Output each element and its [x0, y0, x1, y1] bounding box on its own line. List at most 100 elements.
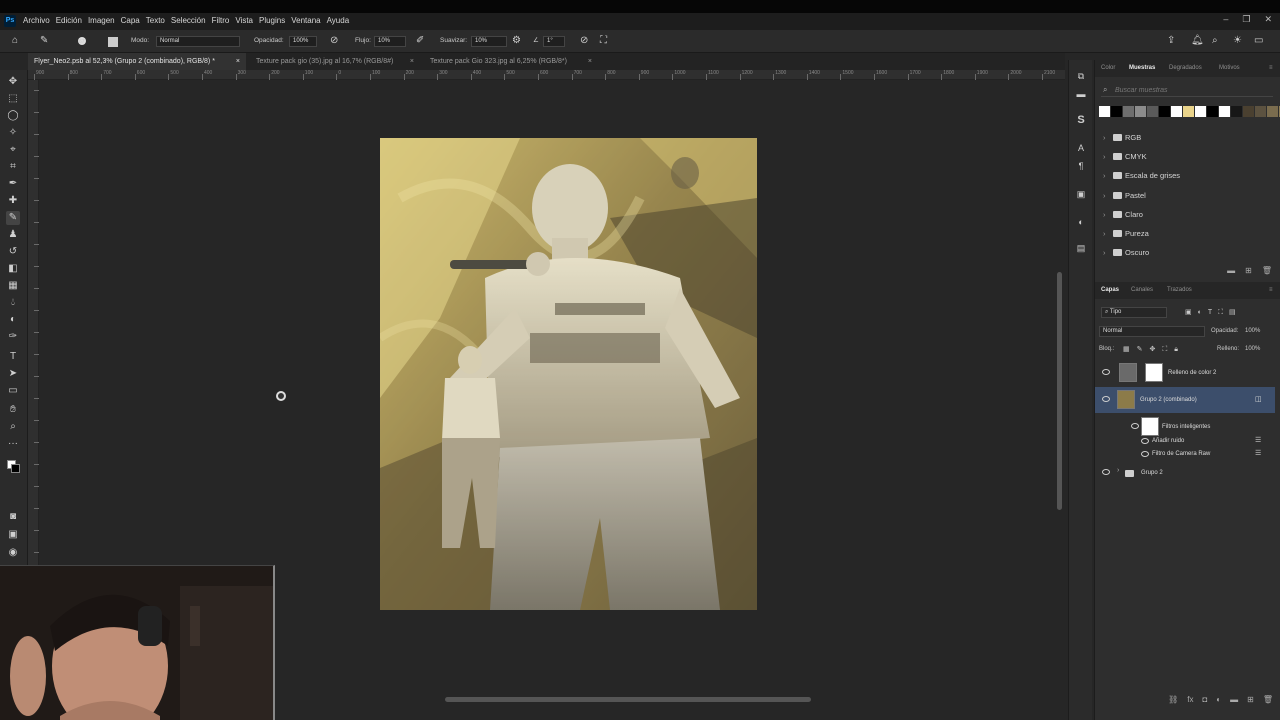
- flyer-artwork[interactable]: [380, 138, 757, 610]
- layer-filter-icons[interactable]: ▣◐T⛶▤: [1185, 308, 1242, 317]
- screen-mode-icon[interactable]: ▣: [6, 528, 20, 542]
- lasso-tool-icon[interactable]: ◯: [6, 109, 20, 123]
- menu-ayuda[interactable]: Ayuda: [324, 15, 353, 27]
- menu-imagen[interactable]: Imagen: [85, 15, 118, 27]
- angle-icon[interactable]: ∠: [533, 30, 539, 52]
- pressure-opacity-icon[interactable]: ⊘: [330, 30, 338, 52]
- swatch-8[interactable]: [1195, 106, 1206, 117]
- menu-seleccion[interactable]: Selección: [168, 15, 209, 27]
- lock-icons[interactable]: ▦✎✥⛶🔒︎: [1123, 345, 1185, 354]
- expand-chevron-icon[interactable]: ›: [1117, 467, 1119, 474]
- delete-layer-icon[interactable]: 🗑︎: [1263, 690, 1273, 710]
- horizontal-scroll-thumb[interactable]: [445, 697, 811, 702]
- swatch-3[interactable]: [1135, 106, 1146, 117]
- layer-grupo-2[interactable]: › Grupo 2: [1095, 462, 1275, 484]
- camera-icon[interactable]: ◉: [6, 546, 20, 560]
- visibility-eye-icon[interactable]: [1102, 369, 1110, 375]
- libraries-panel-icon[interactable]: ▣: [1075, 188, 1087, 200]
- eyedropper-tool-icon[interactable]: ✒: [6, 177, 20, 191]
- rectangle-tool-icon[interactable]: ▭: [6, 384, 20, 398]
- menu-vista[interactable]: Vista: [232, 15, 256, 27]
- filter-options-icon[interactable]: ☰: [1255, 449, 1261, 457]
- properties-panel-icon[interactable]: ▤: [1075, 242, 1087, 254]
- marquee-tool-icon[interactable]: ⬚: [6, 92, 20, 106]
- discover-bulb-icon[interactable]: ☀: [1233, 30, 1242, 52]
- brush-tool-preset-icon[interactable]: ✎: [40, 30, 48, 52]
- swatch-13[interactable]: [1255, 106, 1266, 117]
- quick-mask-icon[interactable]: ◙: [6, 510, 20, 524]
- mode-select[interactable]: Normal: [156, 36, 240, 47]
- home-icon[interactable]: ⌂: [12, 30, 18, 52]
- delete-swatch-icon[interactable]: 🗑︎: [1262, 266, 1272, 275]
- brush-settings-icon[interactable]: [108, 37, 118, 47]
- path-selection-tool-icon[interactable]: ➤: [6, 367, 20, 381]
- folder-rgb[interactable]: RGB: [1101, 128, 1273, 147]
- zoom-tool-icon[interactable]: ⌕: [6, 420, 20, 434]
- visibility-eye-icon[interactable]: [1141, 438, 1149, 444]
- tab-capas[interactable]: Capas: [1101, 282, 1119, 299]
- vertical-scrollbar[interactable]: [1055, 80, 1065, 695]
- workspace-icon[interactable]: ▭: [1254, 30, 1263, 52]
- tab-trazados[interactable]: Trazados: [1167, 282, 1192, 299]
- tab-motivos[interactable]: Motivos: [1219, 60, 1240, 77]
- fill-value[interactable]: 100%: [1245, 346, 1260, 352]
- flow-field[interactable]: 10%: [374, 36, 406, 47]
- swatch-11[interactable]: [1231, 106, 1242, 117]
- smoothing-options-gear-icon[interactable]: ⚙: [512, 30, 521, 52]
- pen-tool-icon[interactable]: ✑: [6, 330, 20, 344]
- swatch-4[interactable]: [1147, 106, 1158, 117]
- filter-camera-raw[interactable]: Filtro de Camera Raw ☰: [1095, 448, 1275, 461]
- new-group-icon[interactable]: ▬: [1230, 690, 1238, 710]
- swatch-14[interactable]: [1267, 106, 1278, 117]
- airbrush-icon[interactable]: ✐: [416, 30, 424, 52]
- add-mask-icon[interactable]: ◘: [1202, 690, 1207, 710]
- tab-degradados[interactable]: Degradados: [1169, 60, 1202, 77]
- tab-muestras[interactable]: Muestras: [1129, 60, 1155, 77]
- angle-field[interactable]: 1°: [543, 36, 565, 47]
- tab-close-icon[interactable]: ×: [236, 53, 240, 70]
- layer-grupo-2-combinado[interactable]: Grupo 2 (combinado) ◫: [1095, 387, 1275, 413]
- swatch-2[interactable]: [1123, 106, 1134, 117]
- type-tool-icon[interactable]: T: [6, 350, 20, 364]
- share-icon[interactable]: ⇪: [1167, 30, 1175, 52]
- history-brush-tool-icon[interactable]: ↺: [6, 245, 20, 259]
- close-icon[interactable]: ✕: [1264, 14, 1272, 25]
- clone-stamp-tool-icon[interactable]: ♟: [6, 228, 20, 242]
- color-swatches-icon[interactable]: [6, 458, 22, 473]
- symmetry-icon[interactable]: ⛶: [600, 30, 607, 52]
- eraser-tool-icon[interactable]: ◧: [6, 262, 20, 276]
- tab-color[interactable]: Color: [1101, 60, 1115, 77]
- swatch-6[interactable]: [1171, 106, 1182, 117]
- character-panel-icon[interactable]: A: [1075, 142, 1087, 154]
- swatch-10[interactable]: [1219, 106, 1230, 117]
- folder-escala-de-grises[interactable]: Escala de grises: [1101, 166, 1273, 185]
- more-tools-icon[interactable]: ···: [6, 437, 20, 451]
- swatch-9[interactable]: [1207, 106, 1218, 117]
- dodge-tool-icon[interactable]: ◐: [6, 313, 20, 327]
- vertical-scroll-thumb[interactable]: [1057, 272, 1062, 510]
- notifications-bell-icon[interactable]: 🔔︎: [1191, 30, 1204, 52]
- tab-texture-pack-323[interactable]: Texture pack Gio 323.jpg al 6,25% (RGB/8…: [424, 53, 594, 70]
- adjustment-layer-icon[interactable]: ◐: [1216, 690, 1221, 710]
- visibility-eye-icon[interactable]: [1102, 396, 1110, 402]
- panel-menu-icon[interactable]: ≡: [1269, 282, 1273, 299]
- layer-opacity-value[interactable]: 100%: [1245, 328, 1260, 334]
- menu-capa[interactable]: Capa: [118, 15, 143, 27]
- menu-archivo[interactable]: Archivo: [20, 15, 53, 27]
- menu-edicion[interactable]: Edición: [53, 15, 85, 27]
- filter-options-icon[interactable]: ☰: [1255, 436, 1261, 444]
- tab-canales[interactable]: Canales: [1131, 282, 1153, 299]
- folder-oscuro[interactable]: Oscuro: [1101, 243, 1273, 262]
- menu-filtro[interactable]: Filtro: [209, 15, 233, 27]
- swatch-0[interactable]: [1099, 106, 1110, 117]
- folder-pureza[interactable]: Pureza: [1101, 224, 1273, 243]
- folder-pastel[interactable]: Pastel: [1101, 186, 1273, 205]
- menu-ventana[interactable]: Ventana: [288, 15, 323, 27]
- new-group-icon[interactable]: ▬: [1227, 266, 1235, 275]
- swatch-7[interactable]: [1183, 106, 1194, 117]
- brush-tool-icon[interactable]: ✎: [6, 211, 20, 225]
- pressure-size-icon[interactable]: ⊘: [580, 30, 588, 52]
- restore-icon[interactable]: ❐: [1242, 14, 1250, 25]
- tab-texture-pack-35[interactable]: Texture pack gio (35).jpg al 16,7% (RGB/…: [250, 53, 416, 70]
- folder-cmyk[interactable]: CMYK: [1101, 147, 1273, 166]
